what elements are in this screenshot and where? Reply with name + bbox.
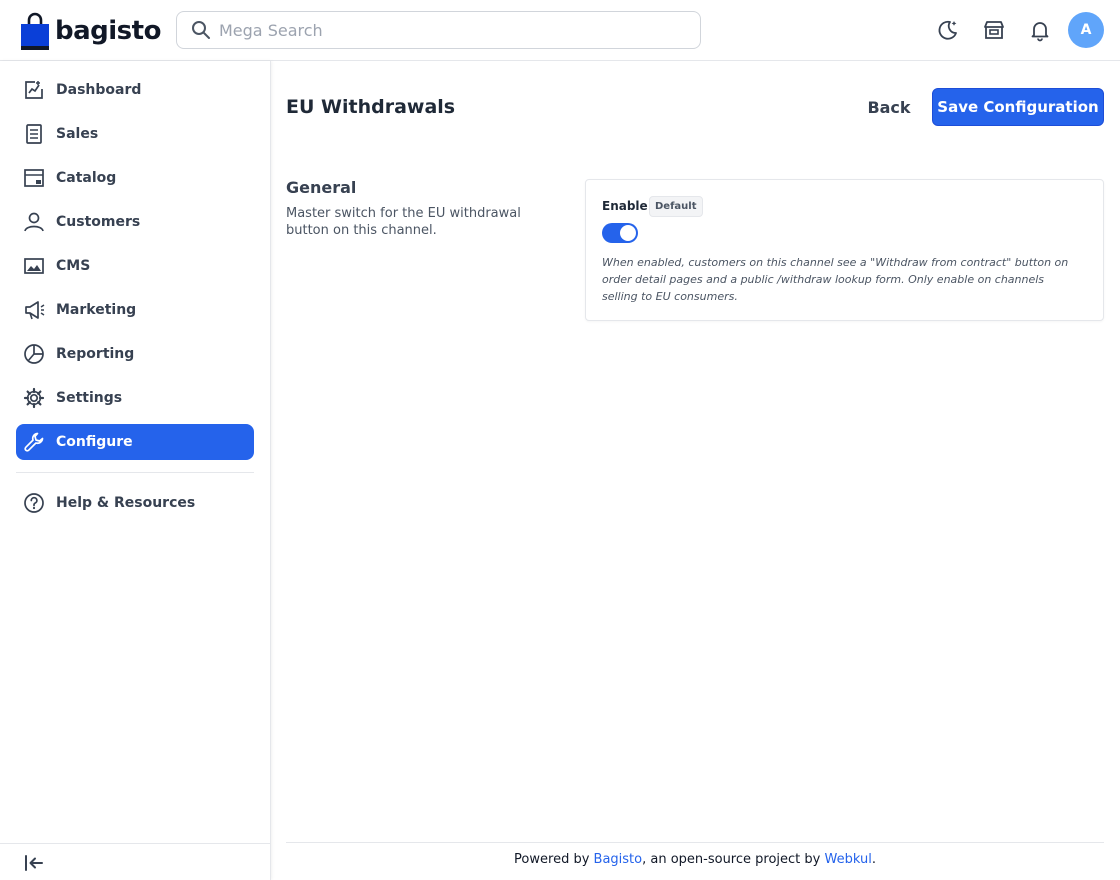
sidebar-item-label: Reporting bbox=[56, 346, 135, 362]
sidebar-bottom-divider bbox=[0, 843, 270, 844]
sales-icon bbox=[23, 123, 45, 145]
brand-name: bagisto bbox=[55, 16, 161, 46]
footer: Powered by Bagisto, an open-source proje… bbox=[286, 852, 1104, 867]
sidebar-item-customers[interactable]: Customers bbox=[16, 204, 254, 240]
cms-icon bbox=[23, 255, 45, 277]
save-configuration-button[interactable]: Save Configuration bbox=[932, 88, 1104, 126]
sidebar-item-sales[interactable]: Sales bbox=[16, 116, 254, 152]
footer-prefix: Powered by bbox=[514, 852, 594, 867]
notification-bell-icon[interactable] bbox=[1028, 18, 1052, 42]
section-title: General bbox=[286, 178, 357, 197]
search-input[interactable] bbox=[219, 20, 679, 40]
reporting-icon bbox=[23, 343, 45, 365]
footer-suffix: . bbox=[871, 852, 876, 867]
page-title: EU Withdrawals bbox=[286, 96, 456, 118]
configure-icon bbox=[23, 431, 45, 453]
marketing-icon bbox=[23, 299, 45, 321]
dashboard-icon bbox=[23, 79, 45, 101]
mega-search[interactable] bbox=[176, 11, 701, 49]
top-header: bagisto A bbox=[0, 0, 1120, 61]
sidebar-item-label: Catalog bbox=[56, 170, 117, 186]
sidebar-divider bbox=[16, 472, 254, 473]
sidebar-item-label: CMS bbox=[56, 258, 91, 274]
catalog-icon bbox=[23, 167, 45, 189]
sidebar-item-label: Configure bbox=[56, 434, 133, 450]
sidebar-item-label: Customers bbox=[56, 214, 141, 230]
toggle-knob bbox=[620, 225, 636, 241]
collapse-sidebar-icon[interactable] bbox=[22, 851, 46, 875]
dark-mode-icon[interactable] bbox=[936, 18, 960, 42]
footer-middle: , an open-source project by bbox=[642, 852, 825, 867]
config-card: Enable Default When enabled, customers o… bbox=[585, 179, 1104, 321]
user-avatar[interactable]: A bbox=[1068, 12, 1104, 48]
sidebar-item-reporting[interactable]: Reporting bbox=[16, 336, 254, 372]
sidebar-item-help[interactable]: Help & Resources bbox=[16, 485, 254, 521]
brand-logo[interactable]: bagisto bbox=[21, 11, 161, 51]
enable-toggle[interactable] bbox=[602, 223, 638, 243]
sidebar-item-cms[interactable]: CMS bbox=[16, 248, 254, 284]
sidebar-item-settings[interactable]: Settings bbox=[16, 380, 254, 416]
enable-label: Enable bbox=[602, 199, 648, 213]
search-icon bbox=[192, 21, 210, 39]
sidebar: Dashboard Sales Catalog Customers CMS Ma… bbox=[0, 61, 271, 880]
section-description: Master switch for the EU withdrawal butt… bbox=[286, 206, 521, 238]
storefront-icon[interactable] bbox=[982, 18, 1006, 42]
settings-icon bbox=[23, 387, 45, 409]
bagisto-link[interactable]: Bagisto bbox=[594, 852, 643, 867]
sidebar-item-catalog[interactable]: Catalog bbox=[16, 160, 254, 196]
sidebar-item-marketing[interactable]: Marketing bbox=[16, 292, 254, 328]
sidebar-item-label: Settings bbox=[56, 390, 123, 406]
sidebar-item-label: Help & Resources bbox=[56, 495, 196, 511]
field-help-text: When enabled, customers on this channel … bbox=[602, 256, 1069, 303]
sidebar-item-label: Dashboard bbox=[56, 82, 142, 98]
sidebar-item-label: Sales bbox=[56, 126, 99, 142]
default-badge: Default bbox=[649, 196, 703, 217]
sidebar-item-configure[interactable]: Configure bbox=[16, 424, 254, 460]
help-icon bbox=[23, 492, 45, 514]
sidebar-item-dashboard[interactable]: Dashboard bbox=[16, 72, 254, 108]
shopping-bag-icon bbox=[21, 12, 49, 50]
customers-icon bbox=[23, 211, 45, 233]
back-button[interactable]: Back bbox=[858, 90, 920, 124]
footer-divider bbox=[286, 842, 1104, 843]
sidebar-item-label: Marketing bbox=[56, 302, 137, 318]
webkul-link[interactable]: Webkul bbox=[824, 852, 871, 867]
